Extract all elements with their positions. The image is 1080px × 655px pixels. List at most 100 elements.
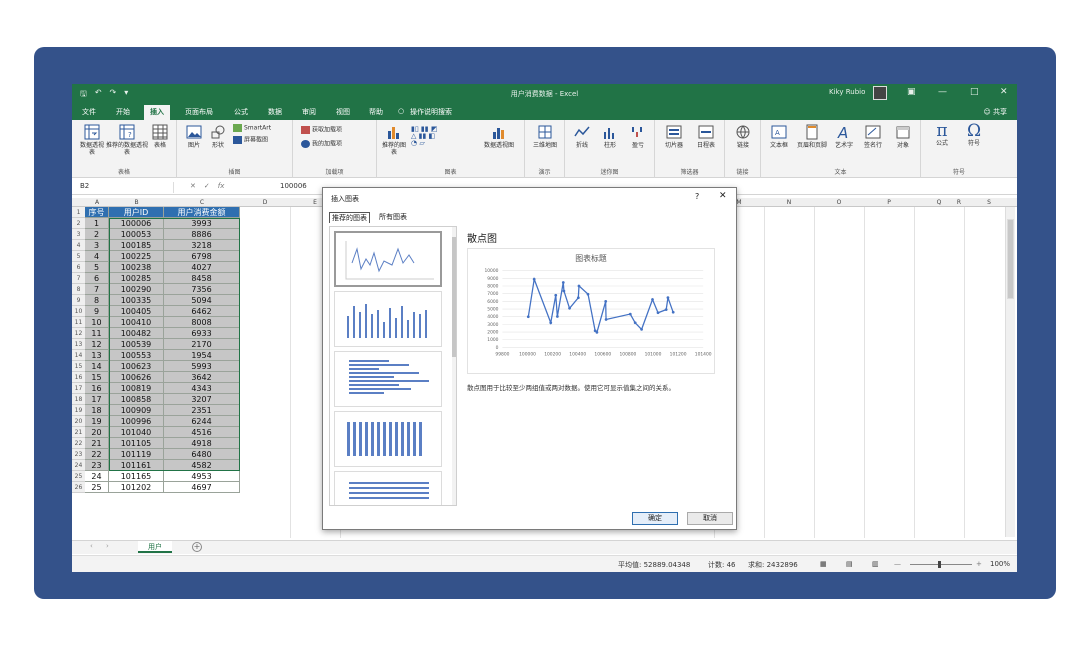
row-number[interactable]: 14 xyxy=(72,350,85,361)
table-cell[interactable]: 7356 xyxy=(164,284,240,295)
pivot-chart-button[interactable]: 数据透视图 xyxy=(477,124,521,149)
table-cell[interactable]: 3993 xyxy=(164,218,240,229)
col-header-o[interactable]: O xyxy=(814,199,864,206)
table-cell[interactable]: 21 xyxy=(85,438,109,449)
share-button[interactable]: ☺ 共享 xyxy=(983,107,1007,117)
tab-review[interactable]: 审阅 xyxy=(302,107,316,117)
row-number[interactable]: 10 xyxy=(72,306,85,317)
table-cell[interactable]: 6244 xyxy=(164,416,240,427)
maximize-icon[interactable]: □ xyxy=(970,87,979,97)
screenshot-button[interactable]: 屏幕截图 xyxy=(233,136,268,144)
table-cell[interactable]: 5094 xyxy=(164,295,240,306)
data-point[interactable] xyxy=(554,293,558,297)
sparkline-column-button[interactable]: 柱形 xyxy=(597,124,623,149)
chart-type-icons[interactable]: ▮▯ ▮▮ ◩ △ ▮▮ ◧ ◔ ▱ xyxy=(411,126,475,147)
tab-home[interactable]: 开始 xyxy=(116,107,130,117)
data-point[interactable] xyxy=(664,308,668,312)
row-number[interactable]: 15 xyxy=(72,361,85,372)
header-footer-button[interactable]: 页眉和页脚 xyxy=(795,124,829,149)
help-icon[interactable]: ? xyxy=(695,192,699,201)
add-sheet-icon[interactable]: + xyxy=(192,542,202,552)
row-number[interactable]: 23 xyxy=(72,449,85,460)
data-point[interactable] xyxy=(595,331,599,334)
table-cell[interactable]: 100482 xyxy=(109,328,164,339)
data-point[interactable] xyxy=(628,312,632,316)
data-point[interactable] xyxy=(651,298,654,301)
dialog-close-icon[interactable]: ✕ xyxy=(719,191,727,201)
data-point[interactable] xyxy=(656,311,660,315)
sparkline-line-button[interactable]: 折线 xyxy=(569,124,595,149)
row-number[interactable]: 13 xyxy=(72,339,85,350)
row-number[interactable]: 19 xyxy=(72,405,85,416)
row-number[interactable]: 6 xyxy=(72,262,85,273)
row-number[interactable]: 17 xyxy=(72,383,85,394)
data-point[interactable] xyxy=(586,292,590,296)
row-number[interactable]: 1 xyxy=(72,207,85,218)
data-point[interactable] xyxy=(556,315,559,318)
header-cell[interactable]: 用户消费金额 xyxy=(164,207,240,218)
data-point[interactable] xyxy=(604,318,608,321)
table-cell[interactable]: 100285 xyxy=(109,273,164,284)
row-number[interactable]: 21 xyxy=(72,427,85,438)
row-number[interactable]: 9 xyxy=(72,295,85,306)
col-header-s[interactable]: S xyxy=(964,199,1014,206)
tab-view[interactable]: 视图 xyxy=(336,107,350,117)
table-cell[interactable]: 5 xyxy=(85,262,109,273)
table-cell[interactable]: 20 xyxy=(85,427,109,438)
table-cell[interactable]: 4918 xyxy=(164,438,240,449)
table-cell[interactable]: 8008 xyxy=(164,317,240,328)
table-cell[interactable]: 100335 xyxy=(109,295,164,306)
table-cell[interactable]: 8886 xyxy=(164,229,240,240)
formula-input[interactable]: 100006 xyxy=(280,182,307,190)
table-cell[interactable]: 100410 xyxy=(109,317,164,328)
row-number[interactable]: 26 xyxy=(72,482,85,493)
row-number[interactable]: 5 xyxy=(72,251,85,262)
zoom-slider[interactable] xyxy=(910,564,972,565)
scatter-chart[interactable]: 图表标题 0 10002000 3000 40005000 6000 7000 800090… xyxy=(467,248,715,374)
fx-icon[interactable]: ✕ ✓ fx xyxy=(190,182,224,190)
row-number[interactable]: 8 xyxy=(72,284,85,295)
tab-insert[interactable]: 插入 xyxy=(144,105,170,121)
tab-data[interactable]: 数据 xyxy=(268,107,282,117)
table-cell[interactable]: 100290 xyxy=(109,284,164,295)
tab-help[interactable]: 帮助 xyxy=(369,107,383,117)
table-cell[interactable]: 100553 xyxy=(109,350,164,361)
table-cell[interactable]: 100006 xyxy=(109,218,164,229)
table-button[interactable]: 表格 xyxy=(148,124,172,149)
table-cell[interactable]: 3218 xyxy=(164,240,240,251)
table-cell[interactable]: 101165 xyxy=(109,471,164,482)
table-cell[interactable]: 18 xyxy=(85,405,109,416)
data-point[interactable] xyxy=(562,289,566,293)
data-point[interactable] xyxy=(532,277,536,281)
pictures-button[interactable]: 图片 xyxy=(183,124,205,149)
table-cell[interactable]: 100238 xyxy=(109,262,164,273)
data-point[interactable] xyxy=(549,321,553,325)
data-point[interactable] xyxy=(666,296,670,300)
name-box[interactable]: B2 xyxy=(76,182,174,193)
user-name[interactable]: Kiky Rubio xyxy=(829,88,865,96)
row-number[interactable]: 22 xyxy=(72,438,85,449)
table-cell[interactable]: 13 xyxy=(85,350,109,361)
table-cell[interactable]: 15 xyxy=(85,372,109,383)
table-cell[interactable]: 4343 xyxy=(164,383,240,394)
col-header-n[interactable]: N xyxy=(764,199,814,206)
signature-line-button[interactable]: 签名行 xyxy=(859,124,887,149)
table-cell[interactable]: 8458 xyxy=(164,273,240,284)
table-cell[interactable]: 6933 xyxy=(164,328,240,339)
col-header-a[interactable]: A xyxy=(85,199,109,206)
symbol-button[interactable]: Ω 符号 xyxy=(959,122,989,147)
textbox-button[interactable]: A 文本框 xyxy=(765,124,793,149)
data-point[interactable] xyxy=(576,296,580,300)
table-cell[interactable]: 6480 xyxy=(164,449,240,460)
table-cell[interactable]: 17 xyxy=(85,394,109,405)
sheet-nav-left-icon[interactable]: ‹ xyxy=(90,542,93,550)
minimize-icon[interactable]: — xyxy=(938,87,947,97)
thumbnail-stacked-column[interactable] xyxy=(334,411,442,467)
smartart-button[interactable]: SmartArt xyxy=(233,124,271,132)
ok-button[interactable]: 确定 xyxy=(632,512,678,525)
recommended-pivot-button[interactable]: ? 推荐的数据透视表 xyxy=(106,124,148,156)
row-number[interactable]: 12 xyxy=(72,328,85,339)
col-header-c[interactable]: C xyxy=(164,199,240,206)
col-header-p[interactable]: P xyxy=(864,199,914,206)
tab-file[interactable]: 文件 xyxy=(82,107,96,117)
